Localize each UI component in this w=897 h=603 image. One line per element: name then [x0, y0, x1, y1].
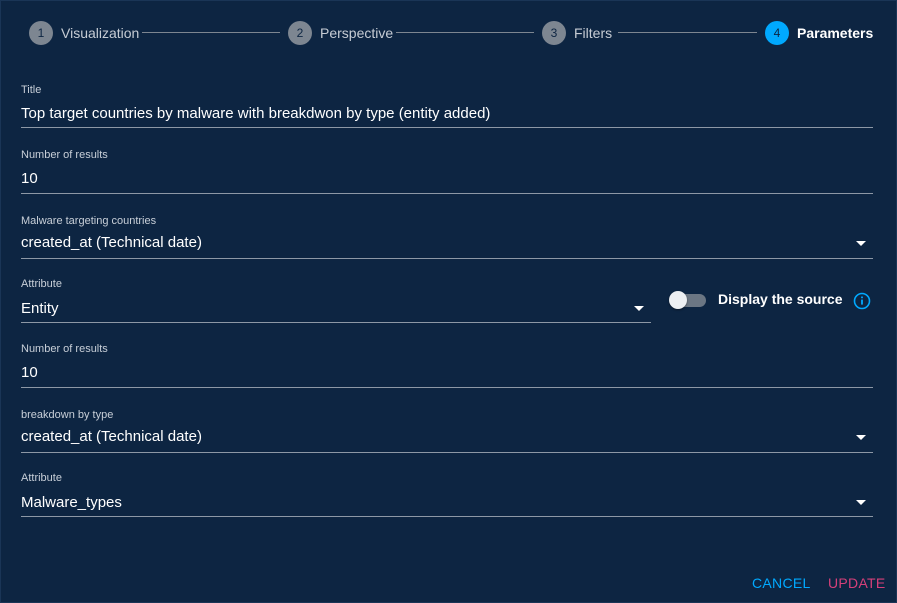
step-visualization[interactable]: 1 Visualization	[29, 21, 139, 45]
step-connector	[142, 32, 280, 33]
step-connector	[396, 32, 534, 33]
step-parameters[interactable]: 4 Parameters	[765, 21, 873, 45]
attribute-label: Attribute	[21, 278, 62, 290]
field-underline	[21, 322, 651, 323]
title-label: Title	[21, 84, 42, 96]
attribute-value: Entity	[21, 300, 59, 317]
step-filters[interactable]: 3 Filters	[542, 21, 612, 45]
step-connector	[618, 32, 757, 33]
number-of-results-input[interactable]: 10	[21, 362, 873, 384]
field-underline	[21, 127, 873, 128]
attribute-select-2[interactable]: Attribute Malware_types	[21, 471, 873, 517]
title-input[interactable]: Top target countries by malware with bre…	[21, 103, 873, 125]
number-of-results-label: Number of results	[21, 343, 108, 355]
step-number: 4	[765, 21, 789, 45]
malware-targeting-select[interactable]: Malware targeting countries created_at (…	[21, 214, 873, 259]
step-label: Filters	[574, 25, 613, 41]
malware-targeting-label: Malware targeting countries	[21, 215, 157, 227]
breakdown-select[interactable]: breakdown by type created_at (Technical …	[21, 408, 873, 453]
chevron-down-icon[interactable]	[856, 435, 866, 440]
breakdown-value: created_at (Technical date)	[21, 428, 202, 445]
stepper: 1 Visualization 2 Perspective 3 Filters …	[29, 21, 873, 45]
number-of-results-label: Number of results	[21, 149, 108, 161]
cancel-button[interactable]: CANCEL	[752, 575, 811, 591]
chevron-down-icon[interactable]	[856, 241, 866, 246]
number-of-results-input[interactable]: 10	[21, 168, 873, 190]
chevron-down-icon[interactable]	[856, 500, 866, 505]
breakdown-label: breakdown by type	[21, 409, 114, 421]
title-field[interactable]: Title Top target countries by malware wi…	[21, 83, 873, 128]
display-source-toggle[interactable]	[669, 291, 707, 309]
number-of-results-field[interactable]: Number of results 10	[21, 148, 873, 194]
step-number: 3	[542, 21, 566, 45]
step-perspective[interactable]: 2 Perspective	[288, 21, 393, 45]
widget-config-dialog: 1 Visualization 2 Perspective 3 Filters …	[0, 0, 897, 603]
field-underline	[21, 452, 873, 453]
step-label: Visualization	[61, 25, 140, 41]
display-source-label: Display the source	[718, 291, 843, 307]
step-number: 1	[29, 21, 53, 45]
attribute-label: Attribute	[21, 472, 62, 484]
chevron-down-icon[interactable]	[634, 306, 644, 311]
attribute-select[interactable]: Attribute Entity	[21, 277, 651, 323]
malware-targeting-value: created_at (Technical date)	[21, 234, 202, 251]
info-icon[interactable]	[853, 292, 871, 310]
field-underline	[21, 387, 873, 388]
field-underline	[21, 516, 873, 517]
field-underline	[21, 258, 873, 259]
field-underline	[21, 193, 873, 194]
update-button[interactable]: UPDATE	[828, 575, 886, 591]
toggle-thumb	[669, 291, 687, 309]
step-number: 2	[288, 21, 312, 45]
step-label: Perspective	[320, 25, 394, 41]
number-of-results-field-2[interactable]: Number of results 10	[21, 342, 873, 388]
attribute-value: Malware_types	[21, 494, 122, 511]
step-label: Parameters	[797, 25, 874, 41]
